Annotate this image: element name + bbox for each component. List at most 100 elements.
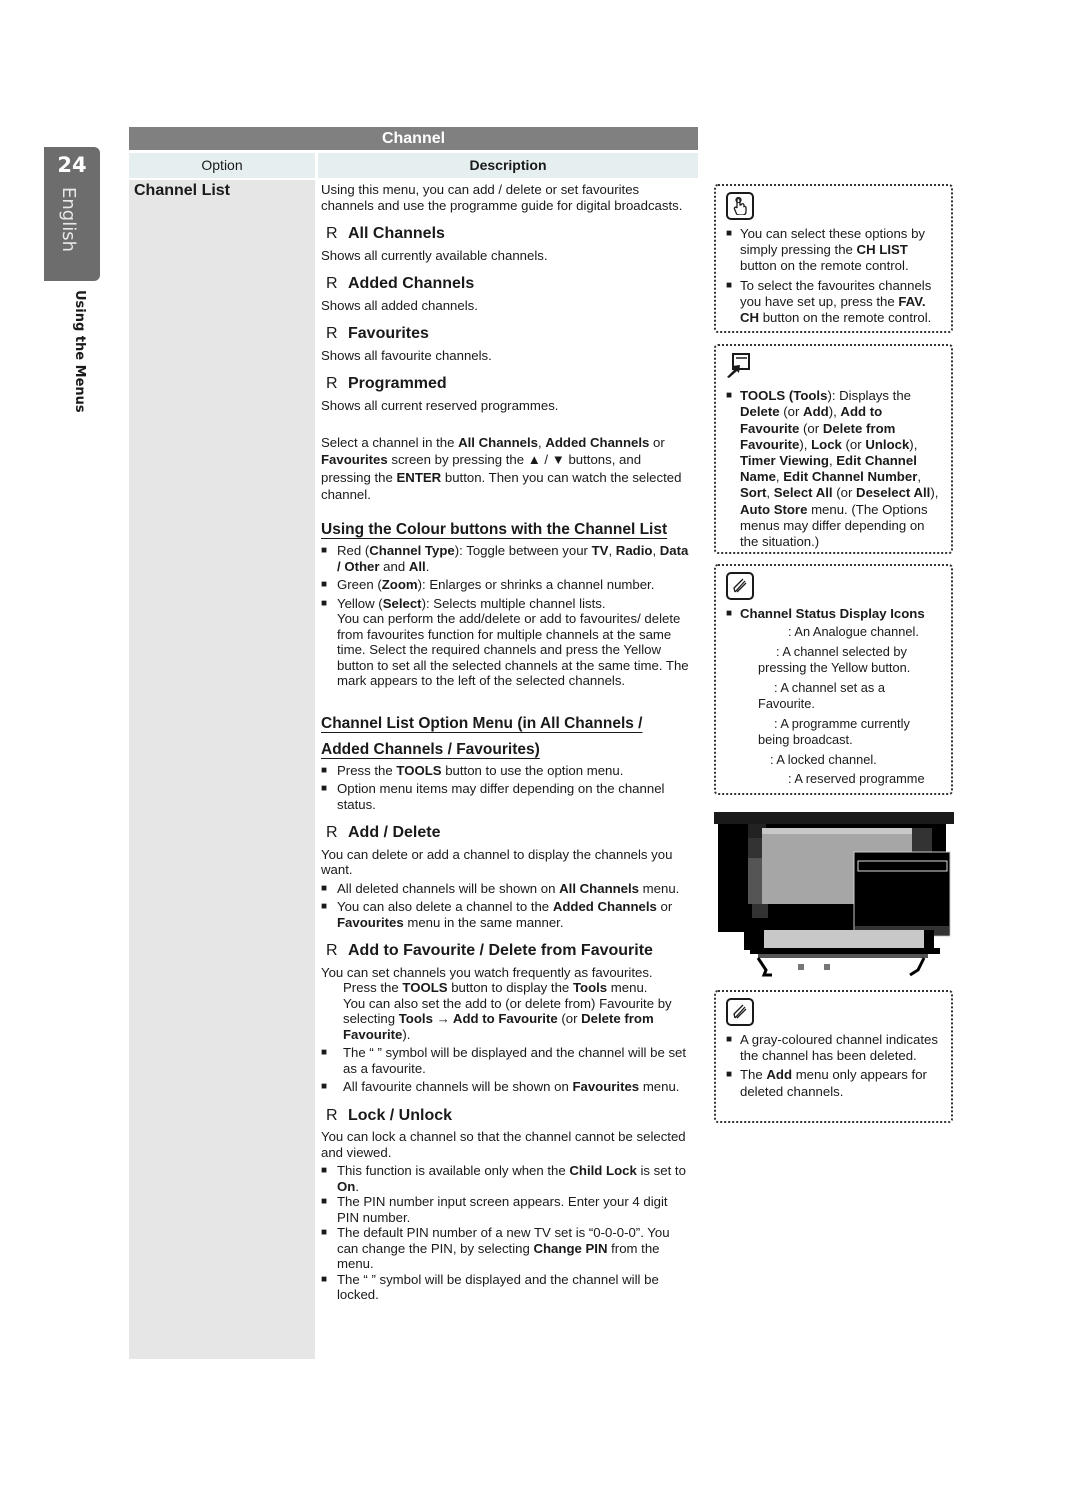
tools-note-part: Unlock <box>865 436 910 452</box>
tools-note-part: ), <box>930 485 939 501</box>
note-remote: You can select these options by simply p… <box>714 184 953 333</box>
status-line: : A channel selected by pressing the Yel… <box>758 643 911 676</box>
submenu-lock-unlock: R Lock / Unlock You can lock a channel so… <box>321 1106 693 1303</box>
submenu-text: Shows all added channels. <box>321 297 478 313</box>
tools-note-text: TOOLS (Tools): Displays the Delete (or A… <box>726 388 943 550</box>
hand-pointer-icon <box>726 192 754 220</box>
tools-instruction: Press the TOOLS button to display the To… <box>343 980 672 1042</box>
colour-buttons-list: Red (Channel Type): Toggle between your … <box>321 543 693 689</box>
select-channel-text: Select a channel in the All Channels, Ad… <box>321 435 682 502</box>
submenu-add-delete: R Add / Delete You can delete or add a ch… <box>321 825 693 930</box>
status-line: : A locked channel. <box>770 751 877 767</box>
tools-note-part: Edit Channel Number <box>783 469 918 485</box>
submenu-title: Add / Delete <box>348 824 441 842</box>
list-item: Press the TOOLS button to use the option… <box>321 763 693 779</box>
submenu-add-favourite: R Add to Favourite / Delete from Favourit… <box>321 943 693 1095</box>
tools-note-part: Delete <box>740 404 780 420</box>
status-icons-title: Channel Status Display Icons <box>726 606 943 622</box>
submenu-text: Shows all current reserved programmes. <box>321 397 559 413</box>
marker: R <box>326 225 338 242</box>
submenu-text: You can delete or add a channel to displ… <box>321 846 673 878</box>
status-line: : A programme currently being broadcast. <box>758 715 910 748</box>
option-menu-heading-2: Added Channels / Favourites) <box>321 740 540 758</box>
table-title: Channel <box>129 127 698 150</box>
tools-note-part: , <box>766 485 774 501</box>
note-deleted-channels: A gray-coloured channel indicates the ch… <box>714 990 953 1123</box>
page-number: 24 <box>57 153 87 177</box>
tools-note-part: , <box>917 469 922 485</box>
submenu-title: Add to Favourite / Delete from Favourite <box>348 942 653 960</box>
list-item: All deleted channels will be shown on Al… <box>321 881 693 897</box>
list-item: This function is available only when the… <box>321 1163 693 1194</box>
submenu-all-channels: R All Channels Shows all currently availa… <box>321 226 693 263</box>
column-header-description: Description <box>318 153 698 178</box>
note-status-icons: Channel Status Display Icons : An Analog… <box>714 564 953 795</box>
submenu-text: Shows all favourite channels. <box>321 347 492 363</box>
section-label: Using the Menus <box>72 290 87 413</box>
tools-note-part: Timer Viewing <box>740 453 829 469</box>
add-delete-list: All deleted channels will be shown on Al… <box>321 881 693 931</box>
tools-note-part: TOOLS (Tools <box>740 388 828 404</box>
page-tab: 24 English <box>44 147 100 281</box>
tools-icon <box>726 352 943 382</box>
language-label: English <box>58 187 79 252</box>
tools-note-part: Lock <box>811 436 842 452</box>
tools-note-part: (or <box>832 485 857 501</box>
option-column: Channel List <box>129 180 315 1359</box>
submenu-title: All Channels <box>348 225 445 242</box>
submenu-title: Programmed <box>348 375 447 392</box>
tools-note-part: Deselect All <box>856 485 931 501</box>
description-column: Using this menu, you can add / delete or… <box>321 182 693 1303</box>
status-line: : An Analogue channel. <box>788 624 919 640</box>
status-icons-list: : An Analogue channel. : A channel selec… <box>726 624 943 788</box>
list-item: Yellow (Select): Selects multiple channe… <box>321 596 693 689</box>
list-item: The default PIN number of a new TV set i… <box>321 1225 693 1272</box>
submenu-title: Favourites <box>348 325 429 342</box>
tools-note-part: ), <box>828 404 841 420</box>
list-item: To select the favourites channels you ha… <box>726 278 943 327</box>
submenu-programmed: R Programmed Shows all current reserved p… <box>321 376 693 413</box>
channel-list-screenshot <box>714 812 954 977</box>
tools-note-part: (or <box>799 420 823 436</box>
marker: R <box>326 325 338 342</box>
list-item: The “ ” symbol will be displayed and the… <box>321 1045 693 1076</box>
tools-note-part: (or <box>841 436 866 452</box>
list-item: All favourite channels will be shown on … <box>321 1079 693 1095</box>
note-pencil-icon <box>726 998 754 1026</box>
tools-note-part: Auto Store <box>740 501 808 517</box>
tools-note-part: Add <box>803 404 829 420</box>
submenu-favourites: R Favourites Shows all favourite channels… <box>321 326 693 363</box>
option-name: Channel List <box>134 182 231 199</box>
submenu-added-channels: R Added Channels Shows all added channels… <box>321 276 693 313</box>
favourite-list: The “ ” symbol will be displayed and the… <box>321 1045 693 1095</box>
list-item: Green (Zoom): Enlarges or shrinks a chan… <box>321 577 693 593</box>
submenu-text: Shows all currently available channels. <box>321 247 548 263</box>
tools-note-part: Sort <box>740 485 767 501</box>
list-item: Option menu items may differ depending o… <box>321 781 693 812</box>
tools-note-part: ): Displays the <box>827 388 911 404</box>
list-item: Red (Channel Type): Toggle between your … <box>321 543 693 574</box>
marker: R <box>326 275 338 292</box>
tools-note-part: ), <box>799 436 812 452</box>
marker: R <box>326 375 338 392</box>
submenu-text: You can lock a channel so that the chann… <box>321 1129 686 1160</box>
option-menu-list: Press the TOOLS button to use the option… <box>321 763 693 813</box>
list-item: The Add menu only appears for deleted ch… <box>726 1067 943 1099</box>
list-item: The “ ” symbol will be displayed and the… <box>321 1272 693 1303</box>
list-item: A gray-coloured channel indicates the ch… <box>726 1032 943 1064</box>
option-menu-heading-1: Channel List Option Menu (in All Channel… <box>321 714 643 732</box>
status-line: : A reserved programme <box>788 771 925 787</box>
submenu-title: Added Channels <box>348 275 475 292</box>
submenu-text: You can set channels you watch frequentl… <box>321 964 653 980</box>
note-tools: TOOLS (Tools): Displays the Delete (or A… <box>714 344 953 554</box>
tools-note-part: Select All <box>773 485 833 501</box>
note-pencil-icon <box>726 572 754 600</box>
status-line: : A channel set as a Favourite. <box>758 679 885 712</box>
list-item: The PIN number input screen appears. Ent… <box>321 1194 693 1225</box>
colour-buttons-heading: Using the Colour buttons with the Channe… <box>321 521 668 539</box>
tools-note-part: ), <box>909 436 918 452</box>
list-item: You can also delete a channel to the Add… <box>321 899 693 930</box>
submenu-title: Lock / Unlock <box>348 1106 453 1124</box>
list-item: You can select these options by simply p… <box>726 226 943 275</box>
tools-note-part: (or <box>779 404 804 420</box>
